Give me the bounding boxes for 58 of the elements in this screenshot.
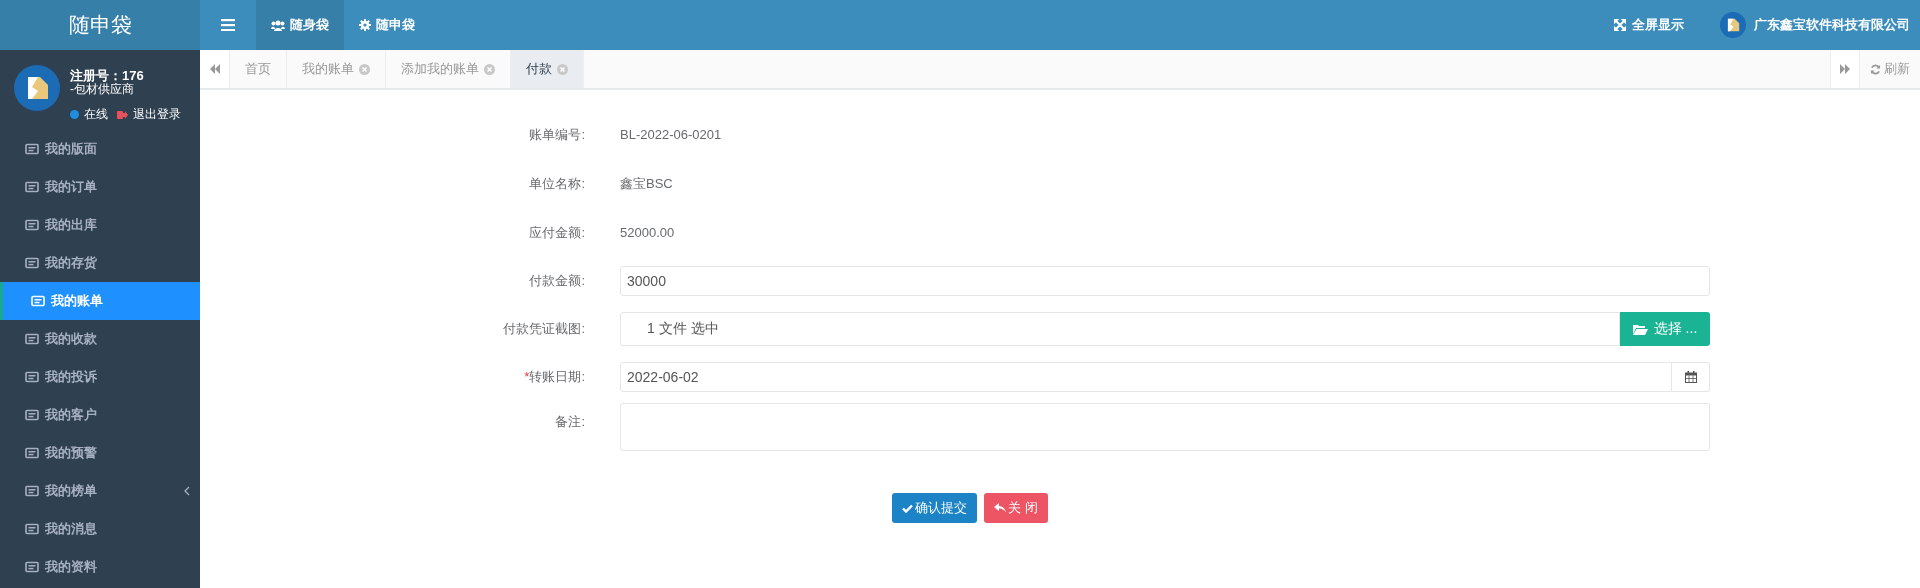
company-logo-icon: [1720, 12, 1746, 38]
close-icon[interactable]: [484, 63, 495, 75]
field-label: 账单编号:: [528, 125, 586, 144]
status-text: 在线: [84, 106, 108, 123]
sidebar-item[interactable]: 我的收款: [0, 320, 200, 358]
top-nav-item[interactable]: 随身袋: [256, 0, 344, 50]
sidebar-item[interactable]: 我的投诉: [0, 358, 200, 396]
sidebar-item[interactable]: 我的订单: [0, 168, 200, 206]
field-label: 备注:: [554, 413, 586, 431]
field-label: 付款金额:: [528, 272, 586, 290]
close-icon[interactable]: [359, 63, 370, 75]
refresh-button[interactable]: 刷新: [1860, 50, 1920, 88]
page-tab[interactable]: 付款: [511, 50, 584, 88]
avatar-logo-icon: [14, 65, 60, 111]
sidebar-item[interactable]: 我的存货: [0, 244, 200, 282]
page-tab[interactable]: 首页: [230, 50, 287, 88]
field-label: 应付金额:: [528, 223, 586, 242]
close-button[interactable]: 关 闭: [984, 493, 1048, 523]
expand-arrows-icon: [1614, 19, 1626, 31]
page-tab[interactable]: 我的账单: [287, 50, 386, 88]
online-status-icon: [70, 110, 79, 119]
logout-link[interactable]: 退出登录: [133, 106, 181, 123]
file-input-field[interactable]: 1 文件 选中: [620, 312, 1620, 346]
registration-number: 注册号：176: [70, 69, 145, 83]
sidebar-item[interactable]: 我的资料: [0, 548, 200, 586]
sidebar-item[interactable]: 我的榜单: [0, 472, 200, 510]
brand-title: 随申袋: [0, 0, 200, 50]
folder-icon: [1632, 323, 1648, 335]
field-value: BL-2022-06-0201: [620, 127, 722, 142]
sidebar-item[interactable]: 我的出库: [0, 206, 200, 244]
sidebar-item[interactable]: 我的版面: [0, 130, 200, 168]
date-input-field[interactable]: 2022-06-02: [620, 362, 1672, 392]
sidebar-item[interactable]: 我的预警: [0, 434, 200, 472]
close-icon[interactable]: [557, 63, 568, 75]
scroll-left-icon[interactable]: [200, 50, 230, 88]
sidebar-item[interactable]: 我的账单: [0, 282, 200, 320]
input-field[interactable]: 30000: [620, 266, 1710, 296]
sidebar-item[interactable]: 我的客户: [0, 396, 200, 434]
reply-icon: [994, 503, 1007, 513]
company-name: 广东鑫宝软件科技有限公司: [1754, 16, 1910, 34]
chevron-left-icon: [184, 486, 190, 496]
field-value: 鑫宝BSC: [620, 175, 673, 191]
sidebar-item[interactable]: 我的消息: [0, 510, 200, 548]
logout-icon: [117, 109, 128, 120]
field-label: 单位名称:: [528, 174, 586, 193]
fullscreen-button[interactable]: 全屏显示: [1614, 16, 1684, 34]
choose-file-button[interactable]: 选择 ...: [1620, 312, 1710, 346]
calendar-icon[interactable]: [1672, 362, 1710, 392]
field-label: 付款凭证截图:: [502, 320, 586, 338]
top-nav-item[interactable]: 随申袋: [344, 0, 430, 50]
check-icon: [902, 503, 914, 513]
submit-button[interactable]: 确认提交: [892, 493, 978, 523]
refresh-icon: [1870, 63, 1881, 75]
scroll-right-icon[interactable]: [1830, 50, 1860, 88]
gear-icon: [359, 19, 371, 31]
field-value: 52000.00: [620, 225, 675, 240]
field-label: *转账日期:: [523, 368, 586, 386]
user-role: -包材供应商: [70, 83, 135, 95]
